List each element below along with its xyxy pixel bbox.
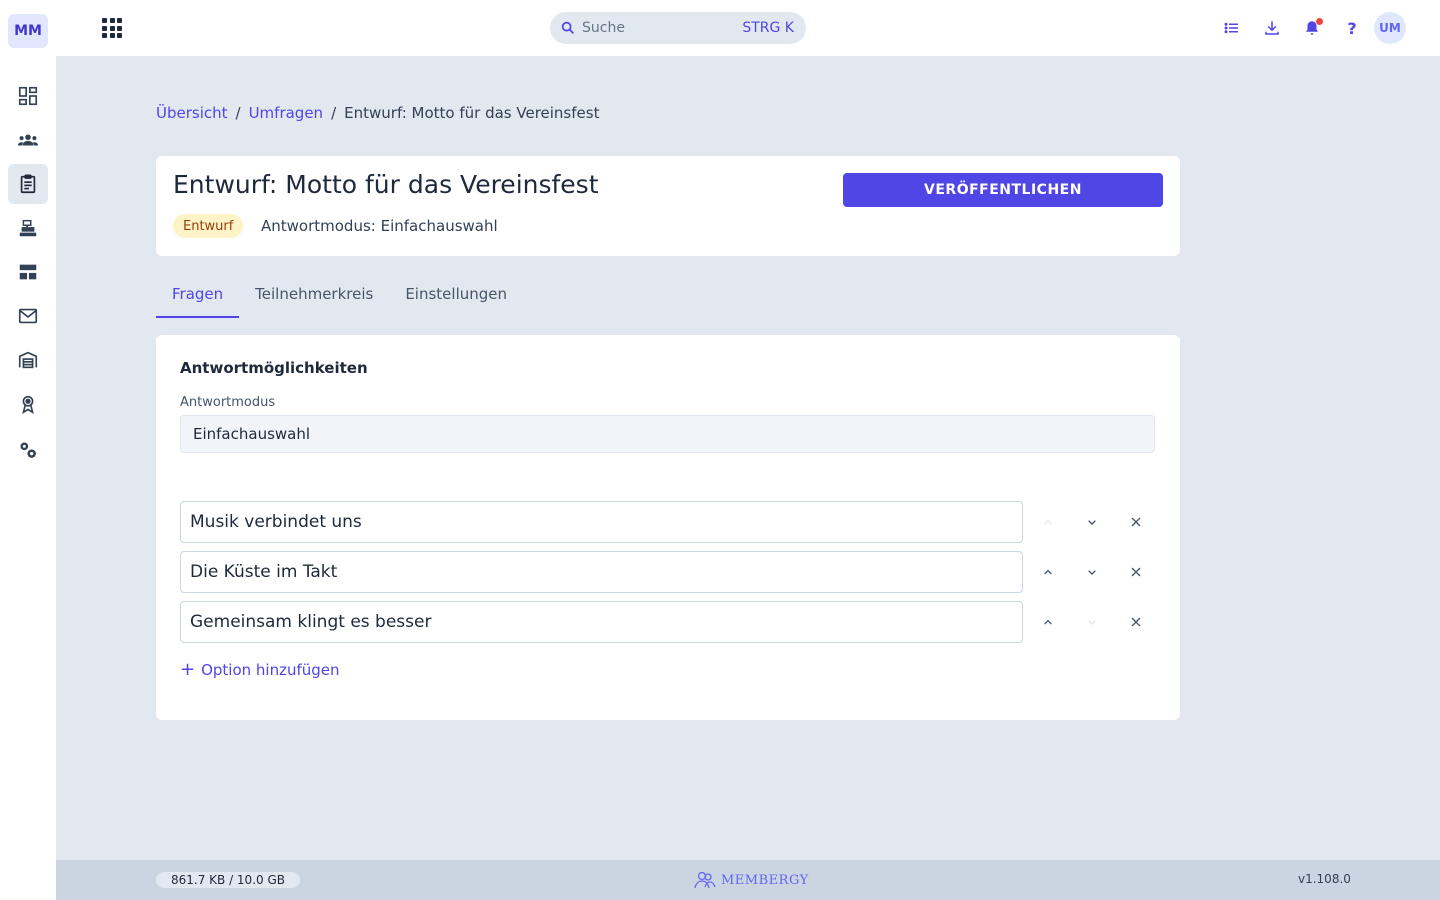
option-row: [180, 601, 1155, 643]
dashboard-icon: [18, 86, 38, 106]
chevron-up-icon: [1044, 619, 1052, 625]
settings-icon: [20, 442, 36, 458]
apps-grid-icon[interactable]: [100, 16, 124, 40]
plus-icon: +: [180, 659, 196, 680]
mail-icon: [18, 308, 38, 324]
tab-settings[interactable]: Einstellungen: [389, 270, 523, 318]
sidebar-item-cash[interactable]: [8, 208, 48, 248]
remove-option-button[interactable]: [1122, 558, 1150, 586]
close-icon: [1131, 567, 1141, 577]
download-button[interactable]: [1260, 16, 1284, 40]
move-up-button: [1034, 508, 1062, 536]
sidebar: MM: [0, 0, 56, 900]
search-shortcut: STRG K: [742, 20, 794, 36]
search-bar[interactable]: STRG K: [550, 12, 806, 44]
notifications-button[interactable]: [1300, 16, 1324, 40]
tab-questions[interactable]: Fragen: [156, 270, 240, 318]
clipboard-icon: [20, 174, 36, 194]
search-input[interactable]: [582, 20, 737, 36]
tab-participants[interactable]: Teilnehmerkreis: [239, 270, 389, 318]
breadcrumb-surveys[interactable]: Umfragen: [249, 104, 324, 122]
option-input[interactable]: [180, 551, 1023, 593]
remove-option-button[interactable]: [1122, 508, 1150, 536]
sidebar-item-warehouse[interactable]: [8, 340, 48, 380]
move-down-button[interactable]: [1078, 558, 1106, 586]
close-icon: [1131, 517, 1141, 527]
avatar[interactable]: UM: [1374, 12, 1406, 44]
chevron-down-icon: [1088, 520, 1096, 525]
move-down-button[interactable]: [1078, 508, 1106, 536]
chevron-down-icon: [1088, 570, 1096, 575]
option-input[interactable]: [180, 601, 1023, 643]
page-title: Entwurf: Motto für das Vereinsfest: [173, 170, 599, 199]
help-button[interactable]: ?: [1340, 16, 1364, 40]
sidebar-item-layout[interactable]: [8, 252, 48, 292]
close-icon: [1131, 617, 1141, 627]
sidebar-item-awards[interactable]: [8, 384, 48, 424]
sidebar-item-settings[interactable]: [8, 430, 48, 470]
status-badge: Entwurf: [173, 214, 244, 238]
sidebar-item-members[interactable]: [8, 120, 48, 160]
move-up-button[interactable]: [1034, 608, 1062, 636]
download-icon: [1265, 21, 1279, 35]
answer-mode-field-label: Antwortmodus: [180, 395, 276, 410]
award-icon: [22, 395, 34, 414]
layout-icon: [19, 264, 37, 280]
app-version: v1.108.0: [1298, 872, 1351, 886]
list-icon: [1224, 22, 1238, 34]
cash-register-icon: [19, 219, 37, 237]
sidebar-item-dashboard[interactable]: [8, 76, 48, 116]
tab-bar: Fragen Teilnehmerkreis Einstellungen: [156, 270, 523, 318]
task-list-button[interactable]: [1220, 16, 1244, 40]
move-up-button[interactable]: [1034, 558, 1062, 586]
answer-mode-label: Antwortmodus:: [261, 217, 376, 235]
answer-options-card: Antwortmöglichkeiten Antwortmodus Einfac…: [156, 335, 1180, 720]
chevron-up-icon: [1044, 519, 1052, 525]
search-icon: [561, 21, 574, 34]
add-option-button[interactable]: + Option hinzufügen: [180, 659, 340, 680]
move-down-button: [1078, 608, 1106, 636]
chevron-up-icon: [1044, 569, 1052, 575]
notification-dot: [1316, 18, 1323, 25]
membergy-logo-icon: [694, 871, 716, 889]
publish-button[interactable]: VERÖFFENTLICHEN: [843, 173, 1163, 207]
breadcrumb-current: Entwurf: Motto für das Vereinsfest: [344, 104, 600, 122]
option-row: [180, 501, 1155, 543]
option-input[interactable]: [180, 501, 1023, 543]
app-logo[interactable]: MM: [8, 14, 48, 48]
survey-header-card: Entwurf: Motto für das Vereinsfest Entwu…: [156, 156, 1180, 256]
sidebar-item-mail[interactable]: [8, 296, 48, 336]
members-icon: [17, 134, 39, 146]
answer-mode-select[interactable]: Einfachauswahl: [180, 415, 1155, 453]
remove-option-button[interactable]: [1122, 608, 1150, 636]
breadcrumb-overview[interactable]: Übersicht: [156, 104, 228, 122]
option-row: [180, 551, 1155, 593]
footer: 861.7 KB / 10.0 GB MEMBERGY v1.108.0: [56, 860, 1440, 900]
answer-mode-value: Einfachauswahl: [380, 217, 498, 235]
breadcrumb-separator: /: [331, 104, 337, 122]
chevron-down-icon: [1088, 620, 1096, 625]
breadcrumb-separator: /: [235, 104, 241, 122]
topbar: STRG K ? UM: [56, 0, 1440, 56]
brand-name: MEMBERGY: [721, 872, 809, 888]
warehouse-icon: [18, 351, 38, 369]
sidebar-item-surveys[interactable]: [8, 164, 48, 204]
section-title: Antwortmöglichkeiten: [180, 359, 368, 377]
brand-logo: MEMBERGY: [693, 870, 809, 890]
add-option-label: Option hinzufügen: [201, 661, 340, 679]
storage-usage: 861.7 KB / 10.0 GB: [156, 872, 300, 888]
answer-mode-info: Antwortmodus: Einfachauswahl: [261, 217, 498, 235]
breadcrumb: Übersicht / Umfragen / Entwurf: Motto fü…: [156, 102, 599, 124]
